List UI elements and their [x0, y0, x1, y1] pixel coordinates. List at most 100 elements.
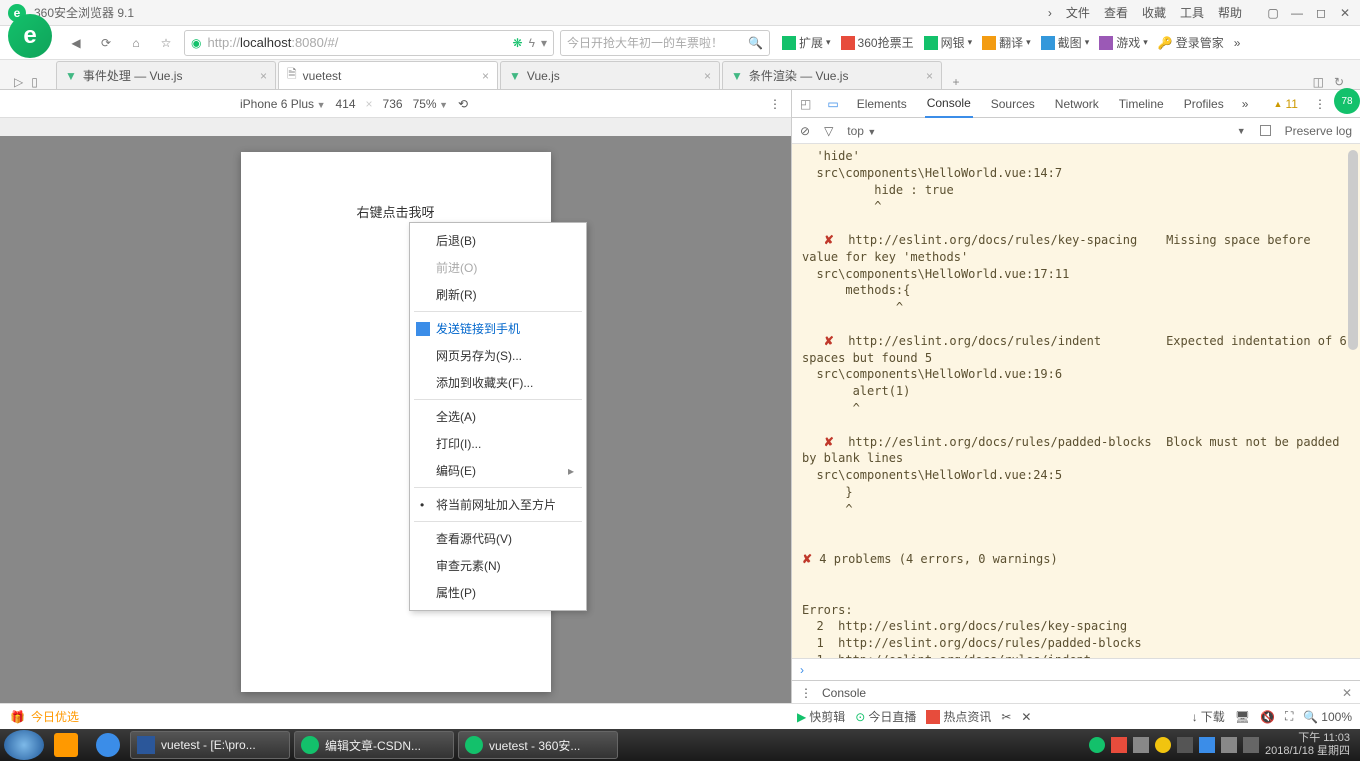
device-select[interactable]: iPhone 6 Plus	[240, 97, 325, 111]
close-icon[interactable]: ×	[704, 69, 711, 83]
context-menu-item[interactable]: 查看源代码(V)	[410, 525, 586, 552]
ext-expand[interactable]: 扩展▾	[782, 34, 831, 51]
expand-icon[interactable]: ⛶	[1285, 709, 1293, 724]
context-select[interactable]: top ▼	[847, 124, 876, 138]
context-menu-item[interactable]: 网页另存为(S)...	[410, 342, 586, 369]
tab-history-icon[interactable]: ▷	[14, 75, 23, 89]
context-menu-item[interactable]: 编码(E)▸	[410, 457, 586, 484]
tab-console[interactable]: Console	[925, 90, 973, 118]
tray-icon[interactable]	[1177, 737, 1193, 753]
rotate-icon[interactable]: ⟲	[458, 97, 468, 111]
hot-news[interactable]: 热点资讯	[926, 708, 991, 725]
menu-file[interactable]: 文件	[1066, 4, 1090, 21]
menu-favorites[interactable]: 收藏	[1142, 4, 1166, 21]
context-menu-item[interactable]: 属性(P)	[410, 579, 586, 606]
more-icon[interactable]: »	[1234, 36, 1241, 50]
context-menu-item[interactable]: •将当前网址加入至方片	[410, 491, 586, 518]
drawer-close-icon[interactable]: ✕	[1342, 686, 1352, 700]
tray-icon[interactable]	[1111, 737, 1127, 753]
task-webstorm[interactable]: vuetest - [E:\pro...	[130, 731, 290, 759]
zoom-level[interactable]: 🔍 100%	[1303, 710, 1352, 724]
new-tab-button[interactable]: +	[944, 75, 968, 89]
tray-icon[interactable]	[1155, 737, 1171, 753]
gift-icon[interactable]: 🎁	[10, 710, 25, 724]
inspect-icon[interactable]: ◰	[800, 97, 811, 111]
back-button[interactable]: ◀	[64, 31, 88, 55]
close-button[interactable]: ✕	[1338, 6, 1352, 20]
context-menu-item[interactable]: 全选(A)	[410, 403, 586, 430]
cut-icon[interactable]: ✂	[1001, 710, 1011, 724]
console-prompt[interactable]: ›	[792, 658, 1360, 680]
filter-icon[interactable]: ▽	[824, 124, 833, 138]
home-button[interactable]: ⌂	[124, 31, 148, 55]
pc-icon[interactable]: 🖥	[1235, 710, 1250, 724]
drawer-menu-icon[interactable]: ⋮	[800, 686, 812, 700]
skin-icon[interactable]: ▢	[1266, 6, 1280, 20]
browser-logo-icon[interactable]	[8, 14, 52, 58]
minimize-button[interactable]: —	[1290, 6, 1304, 20]
context-menu-item[interactable]: 后退(B)	[410, 227, 586, 254]
close-icon[interactable]: ×	[482, 69, 489, 83]
arrow-icon[interactable]: ›	[1048, 6, 1052, 20]
tray-icon[interactable]	[1089, 737, 1105, 753]
height-input[interactable]: 736	[383, 97, 403, 111]
today-picks-label[interactable]: 今日优选	[31, 708, 79, 725]
tab-4[interactable]: ▼条件渲染 — Vue.js×	[722, 61, 942, 89]
downloads[interactable]: ↓ 下载	[1192, 708, 1225, 725]
pinned-app-1[interactable]	[46, 731, 86, 759]
ext-translate[interactable]: 翻译▾	[982, 34, 1031, 51]
scrollbar-thumb[interactable]	[1348, 150, 1358, 350]
console-output[interactable]: 'hide' src\components\HelloWorld.vue:14:…	[792, 144, 1360, 658]
clear-console-icon[interactable]: ⊘	[800, 124, 810, 138]
more-tabs-icon[interactable]: »	[1242, 97, 1249, 111]
tab-network[interactable]: Network	[1053, 90, 1101, 118]
menu-help[interactable]: 帮助	[1218, 4, 1242, 21]
tab-list-icon[interactable]: ▯	[31, 75, 38, 89]
context-menu-item[interactable]: 审查元素(N)	[410, 552, 586, 579]
dropdown-icon[interactable]: ▾	[541, 36, 547, 50]
tray-icon[interactable]	[1221, 737, 1237, 753]
ext-ticket[interactable]: 360抢票王	[841, 34, 914, 51]
mute-icon[interactable]: 🔇	[1260, 710, 1275, 724]
ext-screenshot[interactable]: 截图▾	[1041, 34, 1090, 51]
task-csdn[interactable]: 编辑文章-CSDN...	[294, 731, 454, 759]
tray-icon[interactable]	[1243, 737, 1259, 753]
tab-3[interactable]: ▼Vue.js×	[500, 61, 720, 89]
menu-tools[interactable]: 工具	[1180, 4, 1204, 21]
float-badge[interactable]: 78	[1334, 88, 1360, 114]
tab-timeline[interactable]: Timeline	[1117, 90, 1166, 118]
tray-icon[interactable]	[1199, 737, 1215, 753]
address-bar[interactable]: ◉ http://localhost:8080/#/ ❋ ϟ ▾	[184, 30, 554, 56]
preserve-log-checkbox[interactable]	[1260, 125, 1271, 136]
reload-button[interactable]: ⟳	[94, 31, 118, 55]
context-menu-item[interactable]: 打印(I)...	[410, 430, 586, 457]
live-today[interactable]: ⊙今日直播	[855, 708, 916, 725]
ext-games[interactable]: 游戏▾	[1099, 34, 1148, 51]
tab-profiles[interactable]: Profiles	[1182, 90, 1226, 118]
cross-icon[interactable]: ✕	[1021, 710, 1031, 724]
task-360[interactable]: vuetest - 360安...	[458, 731, 618, 759]
taskbar-clock[interactable]: 下午 11:03 2018/1/18 星期四	[1265, 732, 1350, 758]
context-menu-item[interactable]: 刷新(R)	[410, 281, 586, 308]
ext-bank[interactable]: 网银▾	[924, 34, 973, 51]
kebab-icon[interactable]: ⋮	[769, 97, 781, 111]
pinned-app-2[interactable]	[88, 731, 128, 759]
maximize-button[interactable]: ◻	[1314, 6, 1328, 20]
search-icon[interactable]: 🔍	[748, 36, 763, 50]
lightning-icon[interactable]: ϟ	[529, 36, 535, 50]
zoom-select[interactable]: 75%	[413, 97, 448, 111]
tab-elements[interactable]: Elements	[855, 90, 909, 118]
device-icon[interactable]: ▭	[827, 97, 838, 111]
tab-sources[interactable]: Sources	[989, 90, 1037, 118]
tab-overflow-icon[interactable]: ◫	[1313, 75, 1324, 89]
context-menu-item[interactable]: 添加到收藏夹(F)...	[410, 369, 586, 396]
menu-view[interactable]: 查看	[1104, 4, 1128, 21]
ext-login[interactable]: 🔑登录管家	[1158, 34, 1224, 51]
width-input[interactable]: 414	[335, 97, 355, 111]
favorite-button[interactable]: ☆	[154, 31, 178, 55]
close-icon[interactable]: ×	[926, 69, 933, 83]
quick-clip[interactable]: ▶快剪辑	[797, 708, 845, 725]
tab-restore-icon[interactable]: ↻	[1334, 75, 1344, 89]
tab-2[interactable]: 🗎vuetest×	[278, 61, 498, 89]
start-button[interactable]	[4, 730, 44, 760]
